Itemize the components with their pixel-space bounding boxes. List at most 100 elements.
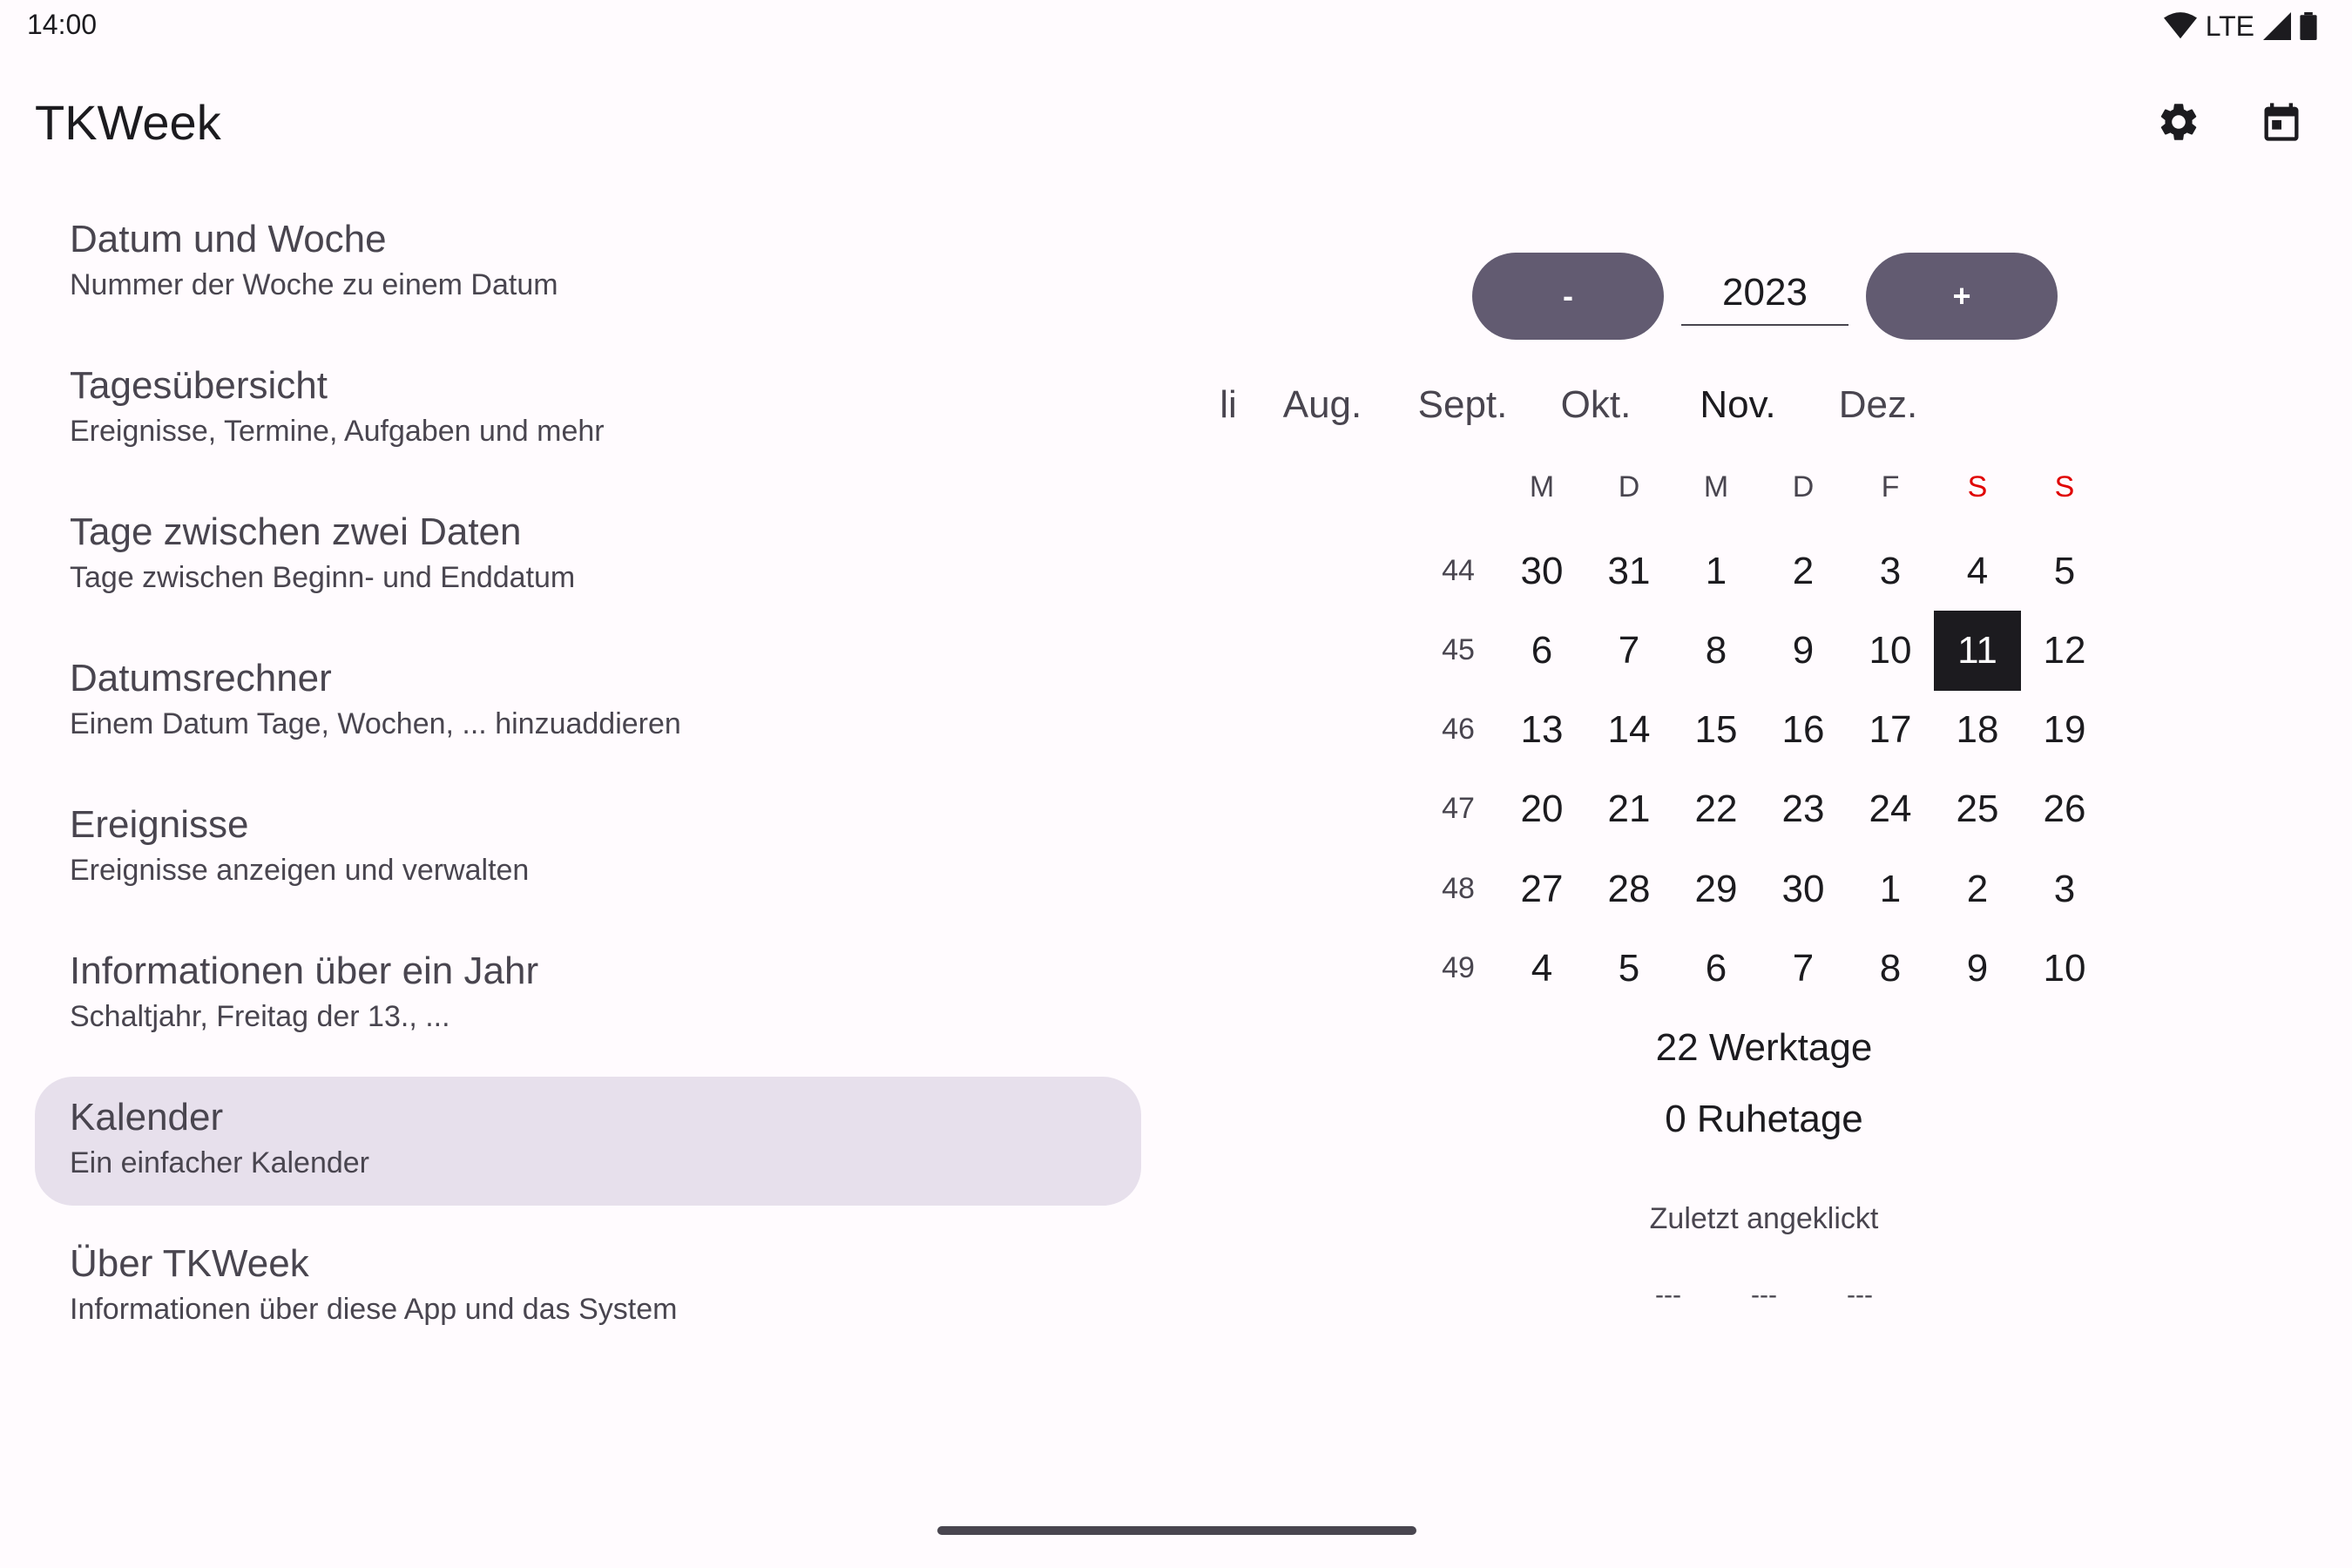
nav-item-datum-und-woche[interactable]: Datum und Woche Nummer der Woche zu eine… — [35, 199, 1141, 328]
nav-item-title: Datum und Woche — [70, 218, 387, 260]
calendar-day[interactable]: 1 — [1847, 849, 1934, 929]
last-clicked-value: --- — [1655, 1281, 1681, 1309]
weekday-header: D — [1792, 470, 1815, 504]
week-number: 48 — [1442, 872, 1475, 905]
calendar-day[interactable]: 15 — [1673, 690, 1760, 770]
calendar-day[interactable]: 21 — [1585, 769, 1673, 849]
month-tab[interactable]: Sept. — [1393, 383, 1532, 427]
calendar-day[interactable]: 12 — [2021, 611, 2108, 691]
restdays-count: 0 Ruhetage — [1665, 1098, 1863, 1140]
nav-item-title: Ereignisse — [70, 803, 249, 846]
calendar-day[interactable]: 16 — [1760, 690, 1847, 770]
last-clicked-label: Zuletzt angeklickt — [1649, 1202, 1879, 1235]
calendar-day[interactable]: 23 — [1760, 769, 1847, 849]
calendar-day[interactable]: 10 — [1847, 611, 1934, 691]
previous-year-button[interactable]: - — [1472, 253, 1664, 340]
weekday-header: M — [1703, 470, 1729, 504]
nav-item-informationen-jahr[interactable]: Informationen über ein Jahr Schaltjahr, … — [35, 930, 1141, 1059]
status-icons: LTE — [2163, 7, 2317, 45]
month-tab[interactable]: Aug. — [1253, 383, 1392, 427]
calendar-day[interactable]: 4 — [1934, 531, 2021, 612]
status-time: 14:00 — [27, 9, 98, 40]
calendar-day[interactable]: 2 — [1934, 849, 2021, 929]
week-number: 44 — [1442, 554, 1475, 587]
calendar-day[interactable]: 6 — [1498, 611, 1585, 691]
calendar-day[interactable]: 5 — [2021, 531, 2108, 612]
calendar-day[interactable]: 13 — [1498, 690, 1585, 770]
calendar-day[interactable]: 9 — [1760, 611, 1847, 691]
nav-item-title: Datumsrechner — [70, 657, 332, 700]
nav-item-ueber-tkweek[interactable]: Über TKWeek Informationen über diese App… — [35, 1223, 1141, 1352]
calendar-day[interactable]: 25 — [1934, 769, 2021, 849]
calendar-day[interactable]: 19 — [2021, 690, 2108, 770]
nav-item-title: Informationen über ein Jahr — [70, 950, 539, 992]
calendar-day[interactable]: 9 — [1934, 929, 2021, 1009]
week-number: 49 — [1442, 951, 1475, 984]
calendar-day[interactable]: 30 — [1760, 849, 1847, 929]
month-tab-selected[interactable]: Nov. — [1668, 383, 1808, 427]
calendar-day[interactable]: 8 — [1673, 611, 1760, 691]
calendar-day[interactable]: 30 — [1498, 531, 1585, 612]
calendar-day[interactable]: 18 — [1934, 690, 2021, 770]
month-tabs[interactable]: li Aug. Sept. Okt. Nov. Dez. — [1193, 383, 1977, 444]
settings-gear-icon[interactable] — [2154, 98, 2203, 146]
calendar-day[interactable]: 10 — [2021, 929, 2108, 1009]
nav-item-title: Kalender — [70, 1096, 224, 1139]
nav-item-tagesuebersicht[interactable]: Tagesübersicht Ereignisse, Termine, Aufg… — [35, 345, 1141, 474]
calendar-day[interactable]: 14 — [1585, 690, 1673, 770]
calendar-today-icon[interactable] — [2257, 98, 2306, 146]
wifi-icon — [2163, 12, 2197, 39]
weekday-header: M — [1529, 470, 1555, 504]
app-title: TKWeek — [35, 95, 221, 150]
nav-item-ereignisse[interactable]: Ereignisse Ereignisse anzeigen und verwa… — [35, 784, 1141, 913]
week-number: 46 — [1442, 713, 1475, 746]
home-indicator[interactable] — [937, 1526, 1416, 1535]
week-number: 45 — [1442, 633, 1475, 666]
nav-item-subtitle: Schaltjahr, Freitag der 13., ... — [70, 1000, 450, 1033]
year-field[interactable]: 2023 — [1681, 261, 1848, 326]
calendar-day[interactable]: 1 — [1673, 531, 1760, 612]
calendar-day[interactable]: 3 — [1847, 531, 1934, 612]
calendar-day[interactable]: 26 — [2021, 769, 2108, 849]
nav-item-title: Tagesübersicht — [70, 364, 328, 407]
calendar-day-selected[interactable]: 11 — [1934, 611, 2021, 691]
calendar-day[interactable]: 6 — [1673, 929, 1760, 1009]
calendar-day[interactable]: 20 — [1498, 769, 1585, 849]
calendar-day[interactable]: 5 — [1585, 929, 1673, 1009]
nav-item-title: Über TKWeek — [70, 1242, 309, 1285]
calendar-day[interactable]: 17 — [1847, 690, 1934, 770]
nav-item-subtitle: Ereignisse, Termine, Aufgaben und mehr — [70, 415, 605, 448]
nav-item-subtitle: Informationen über diese App und das Sys… — [70, 1293, 678, 1326]
weekday-header-weekend: S — [1967, 470, 1988, 504]
nav-item-subtitle: Tage zwischen Beginn- und Enddatum — [70, 561, 576, 594]
calendar-day[interactable]: 28 — [1585, 849, 1673, 929]
weekday-header: F — [1881, 470, 1900, 504]
nav-item-kalender[interactable]: Kalender Ein einfacher Kalender — [35, 1077, 1141, 1206]
calendar-day[interactable]: 29 — [1673, 849, 1760, 929]
calendar-day[interactable]: 4 — [1498, 929, 1585, 1009]
nav-item-subtitle: Ein einfacher Kalender — [70, 1146, 370, 1179]
nav-item-datumsrechner[interactable]: Datumsrechner Einem Datum Tage, Wochen, … — [35, 638, 1141, 767]
last-clicked-value: --- — [1847, 1281, 1873, 1309]
calendar-day[interactable]: 3 — [2021, 849, 2108, 929]
nav-item-subtitle: Einem Datum Tage, Wochen, ... hinzuaddie… — [70, 707, 681, 740]
calendar-day[interactable]: 8 — [1847, 929, 1934, 1009]
network-label: LTE — [2205, 10, 2254, 42]
calendar-day[interactable]: 7 — [1585, 611, 1673, 691]
calendar-day[interactable]: 22 — [1673, 769, 1760, 849]
weekday-header: D — [1618, 470, 1640, 504]
navigation-list: Datum und Woche Nummer der Woche zu eine… — [35, 199, 1141, 1369]
month-tab[interactable]: Dez. — [1808, 383, 1948, 427]
nav-item-tage-zwischen-zwei-daten[interactable]: Tage zwischen zwei Daten Tage zwischen B… — [35, 491, 1141, 620]
calendar-day[interactable]: 7 — [1760, 929, 1847, 1009]
last-clicked-value: --- — [1751, 1281, 1777, 1309]
workdays-count: 22 Werktage — [1655, 1026, 1873, 1069]
month-tab[interactable]: Okt. — [1526, 383, 1666, 427]
nav-item-title: Tage zwischen zwei Daten — [70, 510, 522, 553]
calendar-day[interactable]: 31 — [1585, 531, 1673, 612]
calendar-day[interactable]: 2 — [1760, 531, 1847, 612]
calendar-day[interactable]: 24 — [1847, 769, 1934, 849]
calendar-day[interactable]: 27 — [1498, 849, 1585, 929]
signal-icon — [2263, 12, 2291, 40]
next-year-button[interactable]: + — [1866, 253, 2058, 340]
